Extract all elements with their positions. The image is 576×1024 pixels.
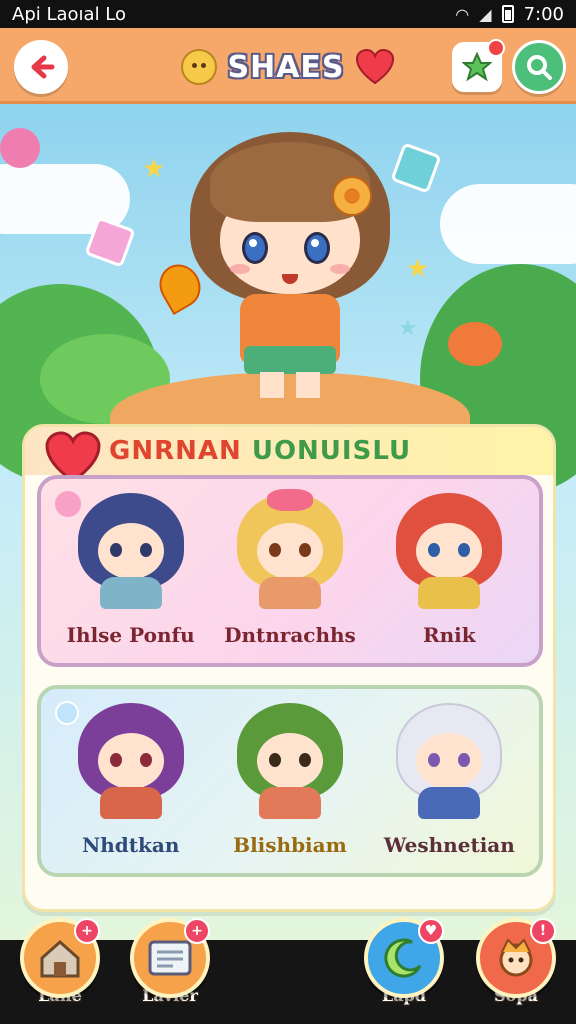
character-avatar	[72, 703, 190, 821]
character-card[interactable]: Dntnrachhs	[215, 489, 365, 647]
arrow-left-icon	[31, 55, 55, 79]
moon-icon	[384, 938, 422, 978]
character-card[interactable]: Blishbiam	[215, 703, 365, 857]
avatar-face	[97, 733, 164, 789]
avatar-eye	[109, 543, 122, 557]
signal-icon: ◢	[479, 4, 492, 24]
avatar-outfit	[99, 787, 162, 819]
nav-item-home[interactable]: + Lane	[12, 918, 108, 1005]
sparkle-icon: ★	[142, 154, 166, 184]
favorites-button[interactable]	[452, 39, 505, 92]
character-avatar	[231, 703, 349, 821]
avatar-eye	[139, 753, 152, 767]
character-card[interactable]: Rnik	[374, 493, 524, 647]
character-card[interactable]: Ihlse Ponfu	[56, 493, 206, 647]
hero-eye	[304, 232, 330, 264]
status-icons: ◠ ◢ 7:00	[455, 4, 564, 25]
character-name: Blishbiam	[233, 833, 347, 857]
flower-icon	[332, 176, 372, 216]
nav-button[interactable]: +	[130, 918, 210, 998]
mascot-icon	[499, 938, 533, 977]
hero-blush	[230, 264, 250, 274]
nav-button[interactable]: !	[476, 918, 556, 998]
character-group-2: Nhdtkan Blishbiam Weshnetian	[37, 685, 543, 877]
back-button[interactable]	[14, 40, 68, 94]
panel-title-part1: GNRNAN	[109, 436, 242, 466]
nav-badge: +	[74, 918, 100, 944]
nav-item-shop[interactable]: ! Sopa	[468, 918, 564, 1005]
character-card[interactable]: Nhdtkan	[56, 703, 206, 857]
character-name: Weshnetian	[383, 833, 515, 857]
notification-badge	[487, 39, 505, 57]
avatar-outfit	[99, 577, 162, 609]
character-avatar	[390, 703, 508, 821]
character-avatar	[390, 493, 508, 611]
character-name: Rnik	[423, 623, 476, 647]
hero-eye	[242, 232, 268, 264]
avatar-outfit	[418, 787, 481, 819]
panel-title: GNRNAN UONUISLU	[109, 436, 411, 466]
orange-fruit	[448, 322, 502, 366]
character-name: Nhdtkan	[81, 833, 180, 857]
nav-item-world[interactable]: ♥ Lapd	[356, 918, 452, 1005]
title-group: SHAES	[172, 40, 404, 94]
avatar-eye	[268, 543, 281, 557]
avatar-face	[256, 733, 323, 789]
hero-legs	[260, 372, 320, 398]
mascot-icon	[181, 49, 218, 85]
nav-button[interactable]: ♥	[364, 918, 444, 998]
avatar-eye	[298, 753, 311, 767]
heart-icon	[355, 49, 394, 85]
carrier-label: Api Laoıal Lo	[12, 3, 127, 25]
sparkle-icon: ★	[406, 254, 430, 284]
avatar-outfit	[418, 577, 481, 609]
avatar-face	[97, 523, 164, 579]
card-icon	[148, 940, 192, 976]
nav-badge: !	[530, 918, 556, 944]
character-avatar	[72, 493, 190, 611]
wifi-icon: ◠	[455, 4, 470, 24]
clock: 7:00	[523, 3, 564, 25]
panel-title-part2: UONUISLU	[251, 436, 412, 466]
avatar-eye	[139, 543, 152, 557]
avatar-outfit	[258, 787, 321, 819]
hero-skirt	[244, 346, 336, 374]
character-avatar	[231, 489, 349, 611]
avatar-face	[256, 523, 323, 579]
avatar-eye	[268, 753, 281, 767]
nav-badge: ♥	[418, 918, 444, 944]
search-icon	[527, 55, 552, 80]
avatar-eye	[298, 543, 311, 557]
cloud	[440, 184, 576, 264]
hero-blush	[330, 264, 350, 274]
character-name: Dntnrachhs	[224, 623, 356, 647]
avatar-face	[416, 523, 483, 579]
status-bar: Api Laoıal Lo ◠ ◢ 7:00	[0, 0, 576, 28]
character-name: Ihlse Ponfu	[66, 623, 195, 647]
avatar-outfit	[258, 577, 321, 609]
bow-icon	[266, 489, 313, 511]
nav-item-cards[interactable]: + Lavıer	[122, 918, 218, 1005]
character-panel: GNRNAN UONUISLU Ihlse Ponfu Dntnrachhs R…	[22, 424, 556, 912]
star-icon	[462, 52, 492, 82]
avatar-eye	[109, 753, 122, 767]
house-icon	[40, 939, 80, 978]
character-group-1: Ihlse Ponfu Dntnrachhs Rnik	[37, 475, 543, 667]
hero-character[interactable]	[151, 114, 400, 404]
search-button[interactable]	[512, 40, 566, 94]
nav-button[interactable]: +	[20, 918, 100, 998]
avatar-face	[416, 733, 483, 789]
berry	[0, 128, 40, 168]
battery-icon	[501, 5, 514, 23]
character-card[interactable]: Weshnetian	[374, 703, 524, 857]
page-title: SHAES	[227, 49, 345, 85]
bottom-nav: + Lane + Lavıer ♥ Lapd !	[0, 918, 576, 1024]
app-header: SHAES	[0, 28, 576, 104]
panel-header: GNRNAN UONUISLU	[25, 427, 553, 483]
sparkle-icon: ★	[398, 316, 418, 341]
nav-badge: +	[184, 918, 210, 944]
